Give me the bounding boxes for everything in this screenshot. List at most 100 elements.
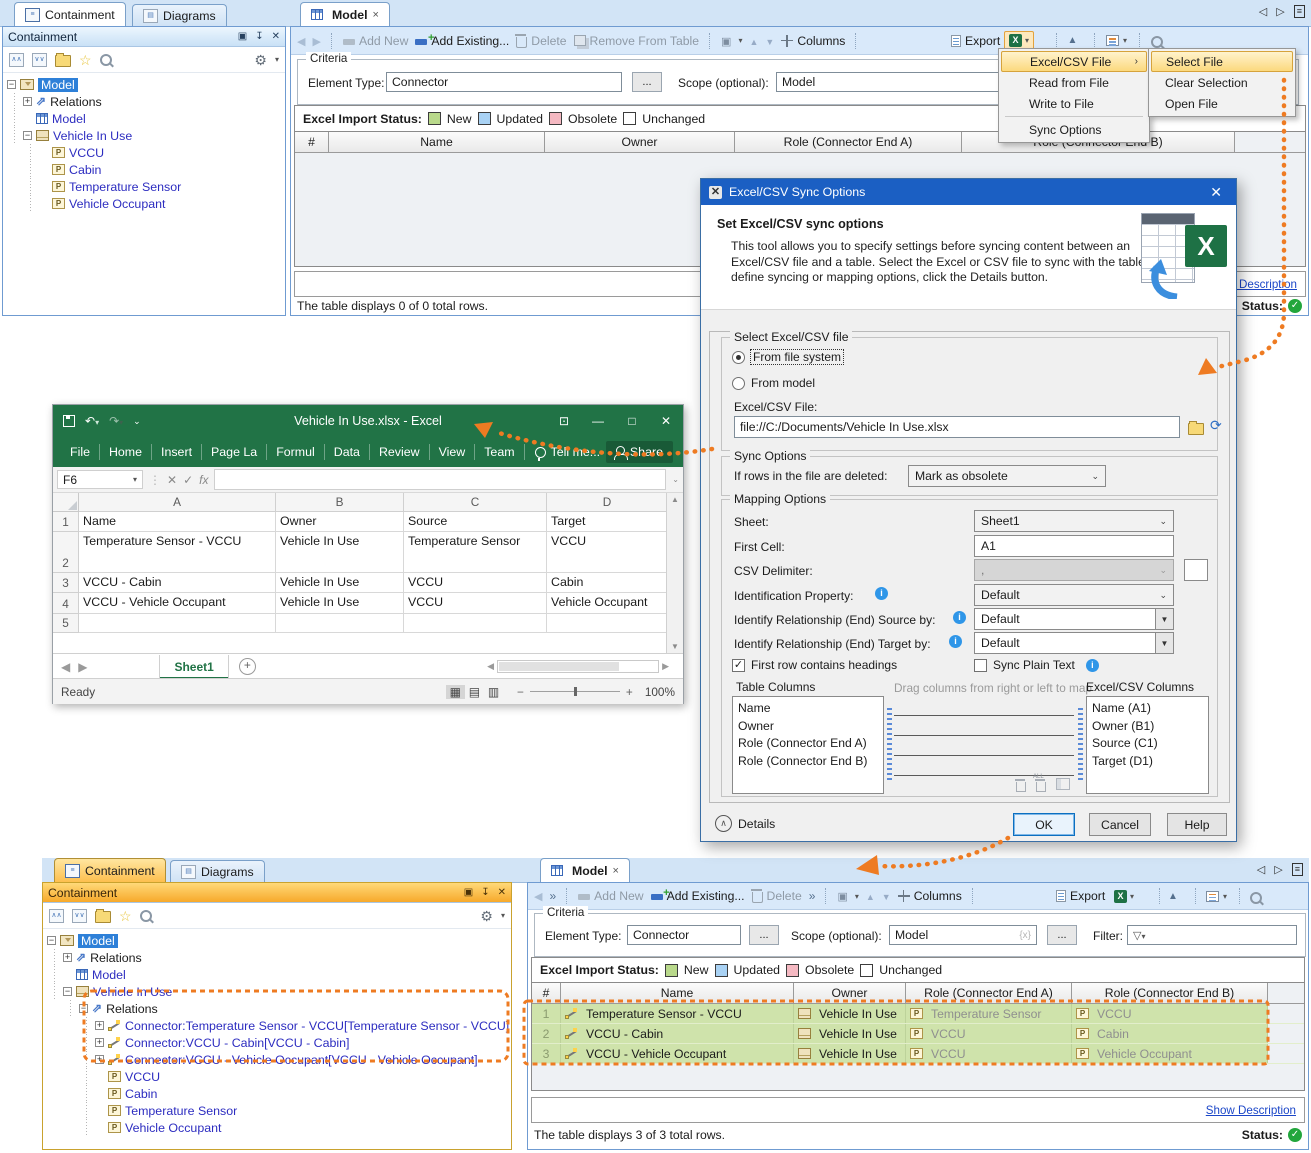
col-num[interactable]: # [295, 132, 329, 152]
col-name[interactable]: Name [561, 983, 794, 1003]
tree-item-cabin[interactable]: Cabin [3, 161, 285, 178]
add-sheet-icon[interactable]: + [239, 658, 256, 675]
col-role-a[interactable]: Role (Connector End A) [906, 983, 1072, 1003]
element-type-field[interactable]: Connector [627, 925, 741, 945]
remove-from-table-button[interactable]: Remove From Table [574, 34, 700, 48]
next-sheet-icon[interactable]: ▶ [78, 660, 87, 674]
back-icon[interactable] [534, 889, 542, 903]
list-item[interactable]: Role (Connector End B) [738, 753, 878, 771]
column-header-b[interactable]: B [276, 493, 404, 512]
containment-panel-titlebar[interactable]: Containment ▣ ↧ ✕ [43, 883, 511, 903]
scope-browse-button[interactable]: ... [1047, 925, 1077, 945]
col-owner[interactable]: Owner [545, 132, 735, 152]
view-options-icon[interactable] [1106, 35, 1119, 46]
horizontal-scrollbar[interactable]: ◀ ▶ [487, 660, 669, 673]
collapse-all-icon[interactable]: ∧∧ [9, 53, 24, 67]
expander-icon[interactable] [95, 1038, 104, 1047]
expand-formula-bar-icon[interactable]: ⌄ [672, 475, 679, 484]
col-role-a[interactable]: Role (Connector End A) [735, 132, 962, 152]
col-name[interactable]: Name [329, 132, 545, 152]
element-type-field[interactable]: Connector [386, 72, 622, 92]
show-description-link[interactable]: Show Description [1206, 1104, 1296, 1117]
tab-diagrams-bottom[interactable]: ▤ Diagrams [170, 860, 265, 882]
collapse-all-icon[interactable]: ∧∧ [49, 909, 64, 923]
close-icon[interactable]: ✕ [498, 887, 506, 898]
tree-item-model-table[interactable]: Model [43, 966, 511, 983]
collapse-selected-icon[interactable]: ∨∨ [72, 909, 87, 923]
first-cell-field[interactable]: A1 [974, 535, 1174, 557]
excel-row[interactable]: 3VCCU - Cabin Vehicle In UseVCCUCabin [53, 573, 668, 593]
vertical-scrollbar[interactable]: ▲▼ [666, 493, 683, 653]
file-path-field[interactable]: file://C:/Documents/Vehicle In Use.xlsx [734, 416, 1180, 438]
gear-icon[interactable]: ⚙ [254, 54, 267, 66]
tab-list-icon[interactable]: ≡ [1292, 863, 1303, 876]
list-item[interactable]: Name (A1) [1092, 700, 1203, 718]
structure-icon[interactable] [721, 34, 731, 48]
tree-item-vehicle-in-use[interactable]: Vehicle In Use [43, 983, 511, 1000]
menu-item-write-to-file[interactable]: Write to File [1001, 93, 1147, 114]
pin-icon[interactable]: ↧ [255, 31, 263, 42]
mapping-drop-zone[interactable]: ALL [894, 696, 1074, 794]
ribbon-display-icon[interactable]: ⊡ [547, 405, 581, 437]
columns-button[interactable]: Columns [781, 34, 845, 48]
tree-item-connector-1[interactable]: Connector:Temperature Sensor - VCCU[Temp… [43, 1017, 511, 1034]
expander-icon[interactable] [95, 1021, 104, 1030]
tree-item-vehicle-occupant[interactable]: Vehicle Occupant [43, 1119, 511, 1136]
formula-input[interactable] [214, 469, 666, 490]
close-tab-icon[interactable]: × [373, 9, 379, 21]
tree-item-model-root[interactable]: Model [3, 76, 285, 93]
custom-delimiter-field[interactable] [1184, 559, 1208, 581]
element-type-browse-button[interactable]: ... [632, 72, 662, 92]
sheet-combo[interactable]: Sheet1⌄ [974, 510, 1174, 532]
select-all-corner[interactable] [53, 493, 79, 512]
info-icon[interactable] [1086, 659, 1099, 672]
identify-source-combo[interactable]: Default▼ [974, 608, 1174, 630]
forward-icon[interactable] [312, 34, 320, 48]
undo-icon[interactable]: ↶▾ [85, 414, 99, 428]
drag-handle-right[interactable] [1078, 708, 1083, 782]
excel-row[interactable]: 5 [53, 614, 668, 633]
excel-columns-list[interactable]: Name (A1) Owner (B1) Source (C1) Target … [1086, 696, 1209, 794]
auto-map-icon[interactable] [1056, 778, 1070, 790]
list-item[interactable]: Name [738, 700, 878, 718]
prev-tab-icon[interactable]: ◁ [1257, 863, 1265, 876]
info-icon[interactable] [949, 635, 962, 648]
maximize-icon[interactable]: □ [615, 405, 649, 437]
close-window-icon[interactable]: ✕ [649, 405, 683, 437]
view-options-icon[interactable] [1206, 891, 1219, 902]
dialog-close-icon[interactable]: ✕ [1204, 184, 1228, 201]
gear-dropdown-icon[interactable]: ▾ [501, 911, 505, 920]
tree-item-model-table[interactable]: Model [3, 110, 285, 127]
help-button[interactable]: Help [1167, 813, 1227, 836]
submenu-item-clear-selection[interactable]: Clear Selection [1151, 72, 1293, 93]
tree-item-temperature-sensor[interactable]: Temperature Sensor [3, 178, 285, 195]
deleted-rows-combo[interactable]: Mark as obsolete⌄ [908, 465, 1106, 487]
delete-button[interactable]: Delete [752, 889, 802, 903]
expander-icon[interactable] [79, 1004, 88, 1013]
zoom-slider[interactable]: −+ [517, 685, 633, 699]
element-type-browse-button[interactable]: ... [749, 925, 779, 945]
table-row-2[interactable]: 2 VCCU - Cabin Vehicle In Use VCCU Cabin [532, 1024, 1304, 1044]
tab-model-top[interactable]: Model × [300, 2, 390, 26]
col-role-b[interactable]: Role (Connector End B) [1072, 983, 1268, 1003]
info-icon[interactable] [875, 587, 888, 600]
list-item[interactable]: Target (D1) [1092, 753, 1203, 771]
expander-icon[interactable] [23, 97, 32, 106]
refresh-icon[interactable]: ⟳ [1210, 417, 1222, 434]
export-button[interactable]: Export [1056, 889, 1105, 903]
ribbon-tab-insert[interactable]: Insert [152, 444, 202, 460]
normal-view-icon[interactable]: ▦ [446, 685, 465, 699]
containment-panel-titlebar[interactable]: Containment ▣ ↧ ✕ [3, 27, 285, 47]
menu-item-sync-options[interactable]: Sync Options [1001, 119, 1147, 140]
tab-model-bottom[interactable]: Model × [540, 858, 630, 882]
list-item[interactable]: Owner (B1) [1092, 718, 1203, 736]
pin-icon[interactable]: ↧ [481, 887, 489, 898]
minimize-icon[interactable]: — [581, 405, 615, 437]
tree-item-vehicle-occupant[interactable]: Vehicle Occupant [3, 195, 285, 212]
export-button[interactable]: Export [951, 34, 1000, 48]
column-header-c[interactable]: C [404, 493, 547, 512]
insert-function-icon[interactable]: fx [199, 473, 208, 487]
col-owner[interactable]: Owner [794, 983, 906, 1003]
excel-row[interactable]: 2Temperature Sensor - VCCU Vehicle In Us… [53, 532, 668, 573]
columns-button[interactable]: Columns [898, 889, 962, 903]
